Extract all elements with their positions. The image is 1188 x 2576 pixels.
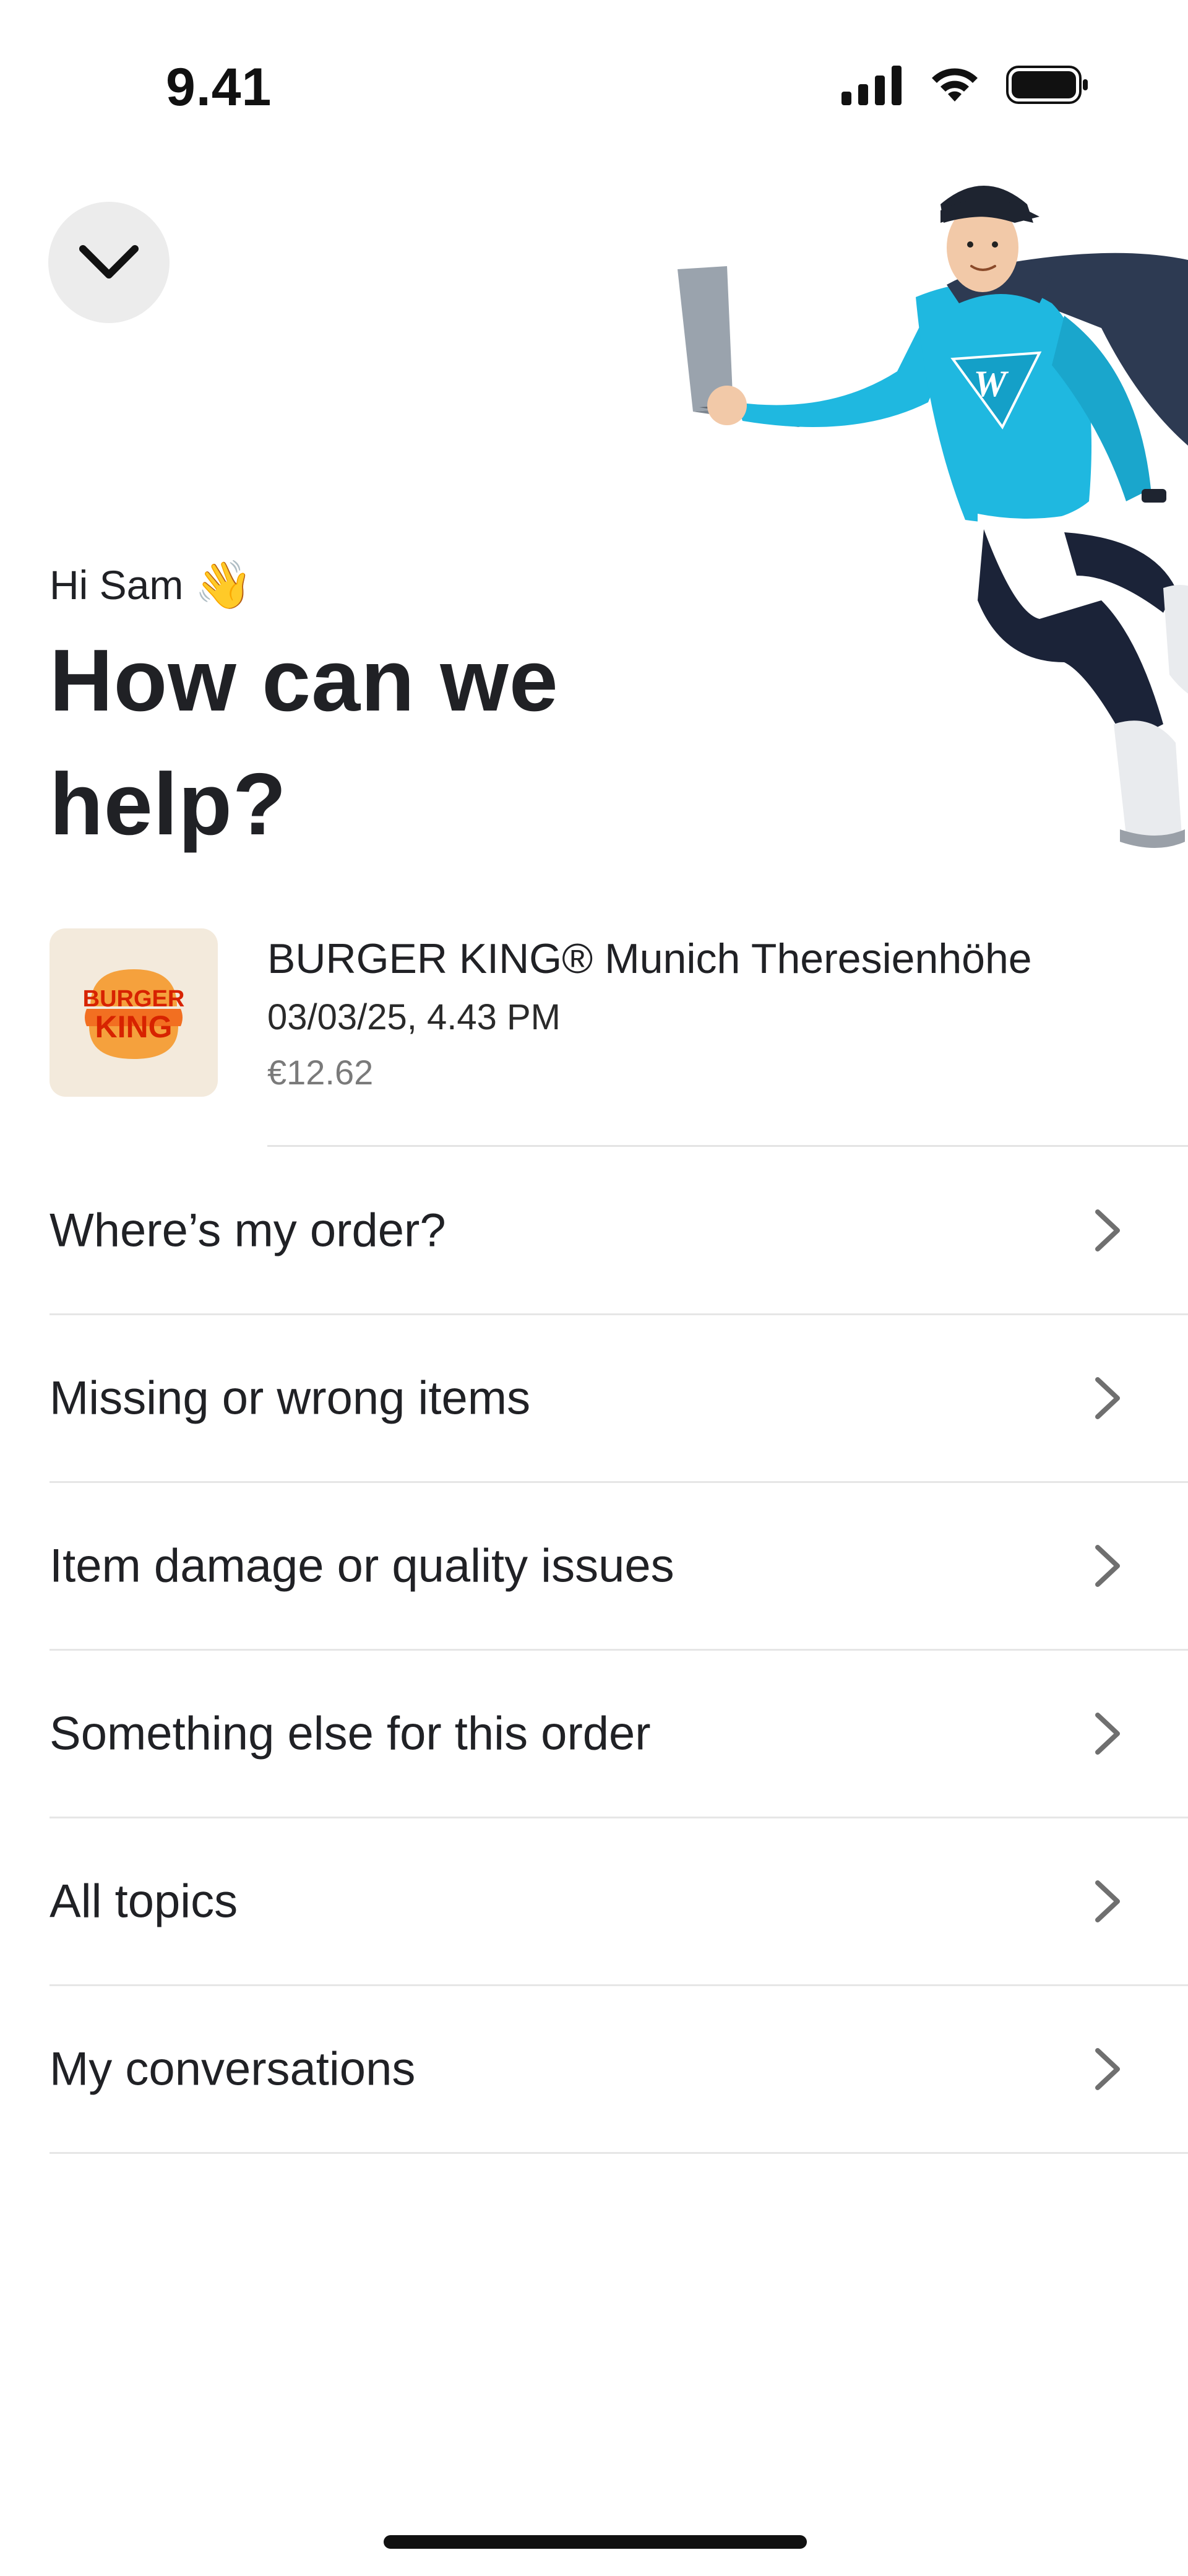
chevron-right-icon — [1095, 1713, 1120, 1755]
logo-text-king: KING — [95, 1009, 173, 1044]
status-bar: 9.41 — [0, 0, 1188, 161]
waving-hand-icon: 👋 — [194, 559, 254, 612]
chevron-right-icon — [1095, 1880, 1120, 1922]
menu-item-label: Missing or wrong items — [50, 1372, 531, 1425]
menu-item-damage-quality[interactable]: Item damage or quality issues — [50, 1483, 1188, 1651]
order-price: €12.62 — [267, 1053, 374, 1092]
logo-text-burger: BURGER — [83, 986, 185, 1012]
chevron-right-icon — [1095, 2048, 1120, 2090]
help-topics-list: Where’s my order? Missing or wrong items… — [50, 1148, 1188, 2154]
order-restaurant-name: BURGER KING® Munich Theresienhöhe — [267, 935, 1032, 982]
battery-icon — [1006, 66, 1088, 104]
home-indicator[interactable] — [384, 2535, 807, 2549]
menu-item-my-conversations[interactable]: My conversations — [50, 1986, 1188, 2154]
mascot-illustration: W — [678, 186, 1188, 848]
menu-item-wheres-my-order[interactable]: Where’s my order? — [50, 1148, 1188, 1315]
collapse-button[interactable] — [48, 202, 170, 323]
greeting-text: Hi Sam — [50, 562, 184, 608]
menu-item-label: All topics — [50, 1875, 238, 1928]
status-icons — [842, 64, 1089, 105]
order-card[interactable]: BURGER KING BURGER KING® Munich Theresie… — [50, 928, 1188, 1149]
cellular-signal-icon — [842, 66, 902, 105]
menu-item-label: My conversations — [50, 2042, 416, 2096]
status-time: 9.41 — [166, 58, 272, 117]
menu-item-label: Something else for this order — [50, 1707, 651, 1760]
burger-king-logo: BURGER KING — [83, 969, 185, 1059]
menu-item-something-else[interactable]: Something else for this order — [50, 1651, 1188, 1818]
menu-item-label: Item damage or quality issues — [50, 1539, 674, 1593]
chevron-right-icon — [1095, 1377, 1120, 1419]
restaurant-logo: BURGER KING — [50, 928, 218, 1097]
menu-item-missing-items[interactable]: Missing or wrong items — [50, 1315, 1188, 1483]
menu-item-all-topics[interactable]: All topics — [50, 1818, 1188, 1986]
greeting: Hi Sam 👋 — [50, 557, 253, 613]
chevron-right-icon — [1095, 1545, 1120, 1587]
page-title: How can we help? — [50, 631, 559, 854]
wifi-icon — [932, 68, 978, 102]
chevron-right-icon — [1095, 1209, 1120, 1251]
divider — [267, 1145, 1188, 1147]
order-date: 03/03/25, 4.43 PM — [267, 997, 561, 1037]
menu-item-label: Where’s my order? — [50, 1204, 446, 1257]
svg-text:W: W — [973, 363, 1009, 404]
chevron-down-icon — [79, 245, 139, 279]
